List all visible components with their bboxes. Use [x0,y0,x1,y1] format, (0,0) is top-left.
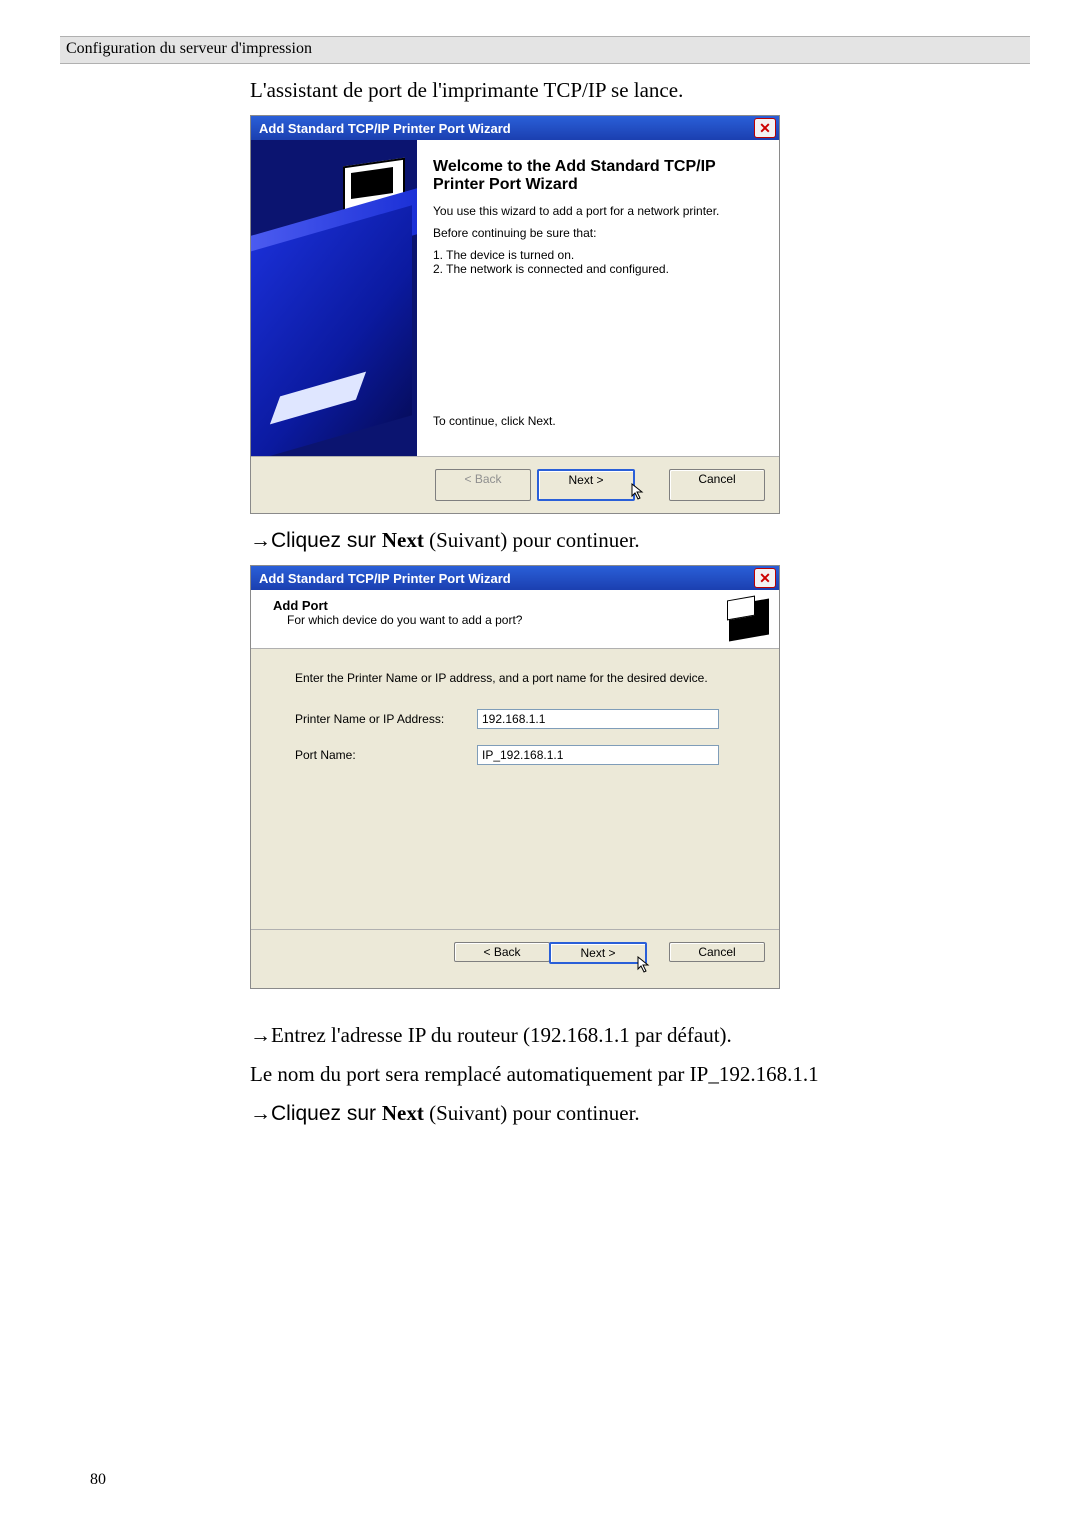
wizard-welcome-title: Add Standard TCP/IP Printer Port Wizard [259,121,511,136]
wizard-addport-dialog: Add Standard TCP/IP Printer Port Wizard … [250,565,780,989]
enter-ip-line: →Entrez l'adresse IP du routeur (192.168… [250,1023,990,1048]
back-button: < Back [435,469,531,501]
wizard-addport-subquestion: For which device do you want to add a po… [273,613,522,627]
click-next-line-2: →Cliquez sur Next (Suivant) pour continu… [250,1101,990,1126]
back-button[interactable]: < Back [454,942,550,962]
next-bold: Next [382,528,424,552]
wizard-welcome-heading: Welcome to the Add Standard TCP/IP Print… [433,158,761,194]
wizard-addport-title: Add Standard TCP/IP Printer Port Wizard [259,571,511,586]
next-button[interactable]: Next > [549,942,647,964]
next-button[interactable]: Next > [537,469,635,501]
wizard-welcome-li2: 2. The network is connected and configur… [433,262,761,276]
wizard-addport-titlebar[interactable]: Add Standard TCP/IP Printer Port Wizard … [251,566,779,590]
click-next-suffix: (Suivant) pour continuer. [424,1101,640,1125]
click-next-line-1: →Cliquez sur Next (Suivant) pour continu… [250,528,990,553]
wizard-welcome-p1: You use this wizard to add a port for a … [433,204,761,218]
port-name-label: Port Name: [295,748,477,762]
cancel-button[interactable]: Cancel [669,469,765,501]
arrow-icon: →Cliquez sur [250,1102,382,1125]
wizard-addport-subtitle: Add Port [273,598,328,613]
cursor-icon [631,483,647,501]
printer-icon [727,598,769,638]
page-header-text: Configuration du serveur d'impression [66,40,312,57]
page-header-bar: Configuration du serveur d'impression [60,36,1030,64]
wizard-welcome-li1: 1. The device is turned on. [433,248,761,262]
close-icon[interactable]: ✕ [754,568,776,588]
arrow-icon: →Cliquez sur [250,529,382,552]
intro-text: L'assistant de port de l'imprimante TCP/… [250,78,990,103]
click-next-suffix: (Suivant) pour continuer. [424,528,640,552]
wizard-welcome-continue-hint: To continue, click Next. [433,414,761,428]
printer-ip-input[interactable] [477,709,719,729]
port-auto-line: Le nom du port sera remplacé automatique… [250,1062,990,1087]
port-name-input[interactable] [477,745,719,765]
wizard-side-graphic [251,140,417,456]
printer-ip-label: Printer Name or IP Address: [295,712,477,726]
next-bold: Next [382,1101,424,1125]
wizard-welcome-p2: Before continuing be sure that: [433,226,761,240]
page-number: 80 [90,1471,106,1489]
cancel-button[interactable]: Cancel [669,942,765,962]
cursor-icon [637,956,653,974]
wizard-welcome-titlebar[interactable]: Add Standard TCP/IP Printer Port Wizard … [251,116,779,140]
wizard-welcome-dialog: Add Standard TCP/IP Printer Port Wizard … [250,115,780,514]
close-icon[interactable]: ✕ [754,118,776,138]
wizard-addport-instruction: Enter the Printer Name or IP address, an… [295,671,743,685]
